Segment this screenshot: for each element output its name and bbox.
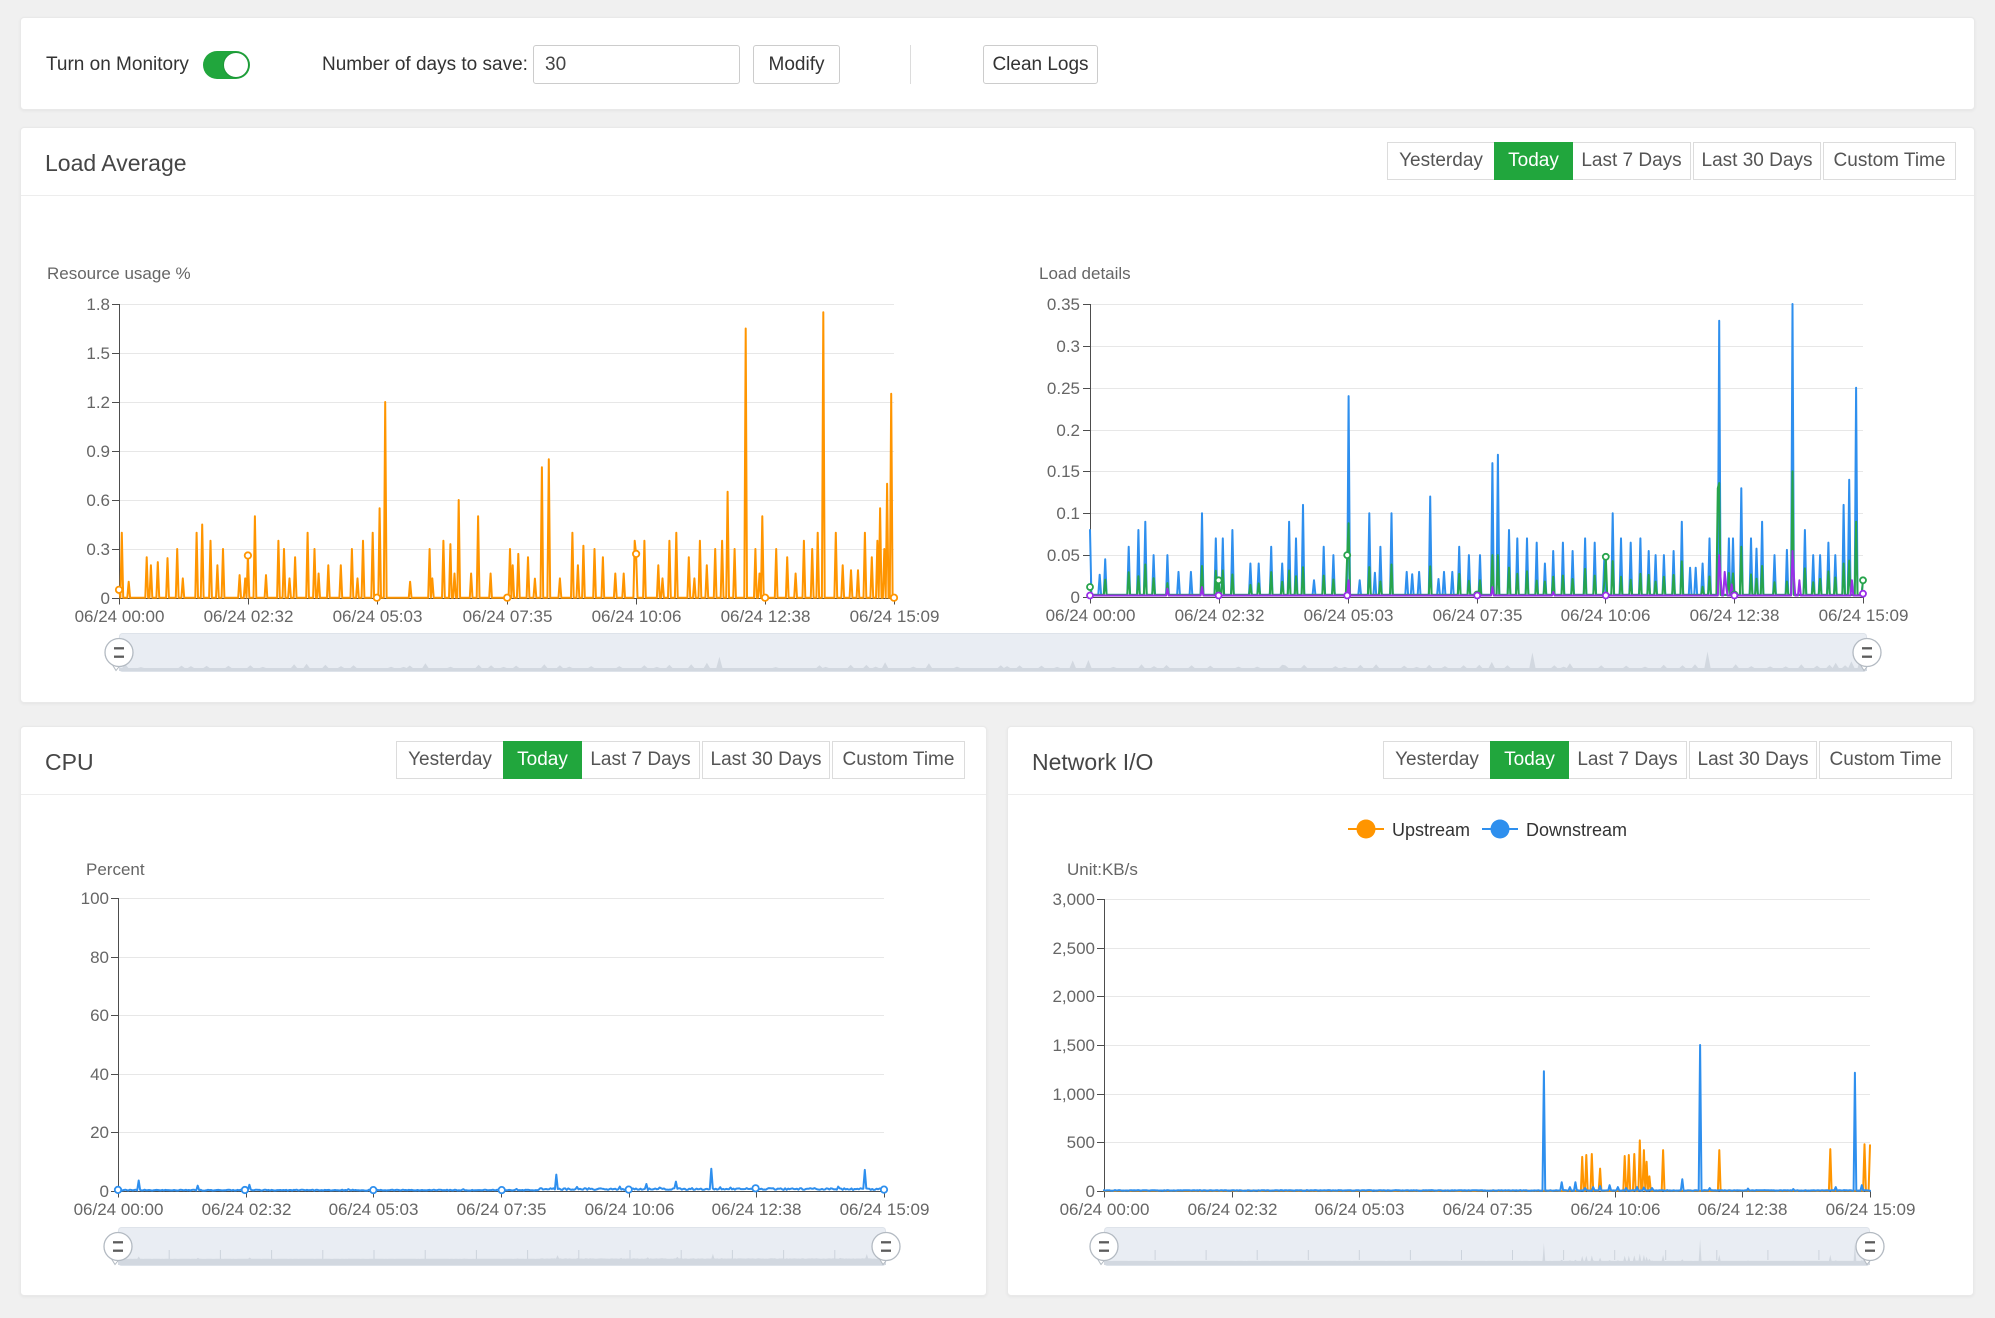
svg-text:06/24 15:09: 06/24 15:09 xyxy=(840,1200,930,1219)
svg-text:06/24 12:38: 06/24 12:38 xyxy=(712,1200,802,1219)
svg-text:100: 100 xyxy=(81,889,109,908)
svg-text:3,000: 3,000 xyxy=(1052,890,1095,909)
svg-text:1.5: 1.5 xyxy=(86,344,110,363)
svg-text:Upstream: Upstream xyxy=(1392,820,1470,840)
svg-text:0.6: 0.6 xyxy=(86,491,110,510)
svg-text:1.8: 1.8 xyxy=(86,295,110,314)
svg-text:06/24 02:32: 06/24 02:32 xyxy=(204,607,294,626)
svg-text:40: 40 xyxy=(90,1065,109,1084)
svg-text:0.15: 0.15 xyxy=(1047,462,1080,481)
svg-text:06/24 15:09: 06/24 15:09 xyxy=(1826,1200,1916,1219)
svg-text:Load details: Load details xyxy=(1039,264,1131,283)
svg-text:0.25: 0.25 xyxy=(1047,379,1080,398)
svg-text:06/24 00:00: 06/24 00:00 xyxy=(75,607,165,626)
svg-text:06/24 05:03: 06/24 05:03 xyxy=(329,1200,419,1219)
svg-text:06/24 15:09: 06/24 15:09 xyxy=(850,607,940,626)
svg-text:2,000: 2,000 xyxy=(1052,987,1095,1006)
svg-text:06/24 07:35: 06/24 07:35 xyxy=(1443,1200,1533,1219)
svg-text:06/24 12:38: 06/24 12:38 xyxy=(1690,606,1780,625)
svg-text:06/24 00:00: 06/24 00:00 xyxy=(74,1200,164,1219)
svg-text:06/24 05:03: 06/24 05:03 xyxy=(1304,606,1394,625)
svg-text:80: 80 xyxy=(90,948,109,967)
svg-text:1,500: 1,500 xyxy=(1052,1036,1095,1055)
svg-text:06/24 00:00: 06/24 00:00 xyxy=(1046,606,1136,625)
svg-text:06/24 10:06: 06/24 10:06 xyxy=(585,1200,675,1219)
svg-text:06/24 02:32: 06/24 02:32 xyxy=(1188,1200,1278,1219)
svg-text:0.1: 0.1 xyxy=(1056,504,1080,523)
svg-text:06/24 10:06: 06/24 10:06 xyxy=(1561,606,1651,625)
svg-text:0.2: 0.2 xyxy=(1056,421,1080,440)
svg-text:06/24 15:09: 06/24 15:09 xyxy=(1819,606,1909,625)
svg-text:60: 60 xyxy=(90,1006,109,1025)
svg-text:0.9: 0.9 xyxy=(86,442,110,461)
svg-text:06/24 12:38: 06/24 12:38 xyxy=(1698,1200,1788,1219)
svg-text:Resource usage %: Resource usage % xyxy=(47,264,191,283)
svg-text:06/24 02:32: 06/24 02:32 xyxy=(1175,606,1265,625)
svg-text:1.2: 1.2 xyxy=(86,393,110,412)
svg-text:0: 0 xyxy=(100,1182,109,1201)
svg-text:Unit:KB/s: Unit:KB/s xyxy=(1067,860,1138,879)
svg-text:06/24 12:38: 06/24 12:38 xyxy=(721,607,811,626)
svg-text:06/24 07:35: 06/24 07:35 xyxy=(463,607,553,626)
svg-text:06/24 05:03: 06/24 05:03 xyxy=(333,607,423,626)
svg-text:06/24 10:06: 06/24 10:06 xyxy=(592,607,682,626)
svg-text:06/24 05:03: 06/24 05:03 xyxy=(1315,1200,1405,1219)
svg-text:06/24 10:06: 06/24 10:06 xyxy=(1571,1200,1661,1219)
svg-text:06/24 07:35: 06/24 07:35 xyxy=(1433,606,1523,625)
svg-text:2,500: 2,500 xyxy=(1052,939,1095,958)
svg-text:0.35: 0.35 xyxy=(1047,295,1080,314)
svg-text:0.05: 0.05 xyxy=(1047,546,1080,565)
svg-text:0: 0 xyxy=(1086,1182,1095,1201)
svg-text:Percent: Percent xyxy=(86,860,145,879)
svg-text:06/24 02:32: 06/24 02:32 xyxy=(202,1200,292,1219)
svg-text:0.3: 0.3 xyxy=(86,540,110,559)
svg-text:0: 0 xyxy=(101,589,110,608)
svg-text:1,000: 1,000 xyxy=(1052,1085,1095,1104)
svg-text:20: 20 xyxy=(90,1123,109,1142)
svg-text:06/24 07:35: 06/24 07:35 xyxy=(457,1200,547,1219)
svg-text:Downstream: Downstream xyxy=(1526,820,1627,840)
svg-text:06/24 00:00: 06/24 00:00 xyxy=(1060,1200,1150,1219)
svg-text:500: 500 xyxy=(1067,1133,1095,1152)
svg-text:0: 0 xyxy=(1071,588,1080,607)
svg-text:0.3: 0.3 xyxy=(1056,337,1080,356)
